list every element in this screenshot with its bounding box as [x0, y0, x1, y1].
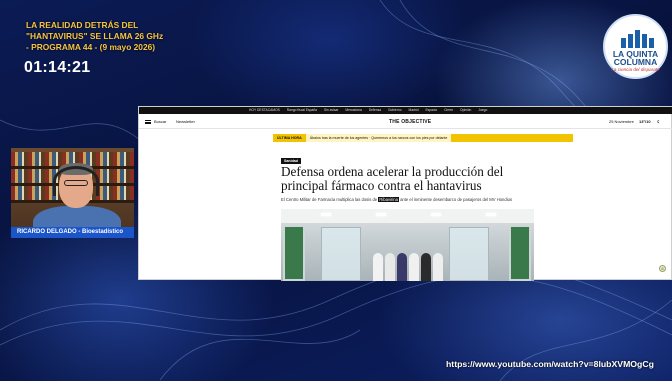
topbar-item[interactable]: Sin avisar — [324, 108, 338, 112]
logo-line-2: COLUMNA — [613, 57, 658, 67]
article-headline: Defensa ordena acelerar la producción de… — [281, 164, 504, 193]
show-title-line-1: LA REALIDAD DETRÁS DEL — [26, 20, 139, 30]
topbar-item[interactable]: Juego — [478, 108, 487, 112]
shared-browser-window: HOY DESTACAMOS Rango fiscal España Sin a… — [138, 106, 672, 281]
photo-door — [509, 225, 531, 281]
photo-door — [283, 225, 305, 281]
show-title: LA REALIDAD DETRÁS DEL "HANTAVIRUS" SE L… — [26, 20, 196, 53]
ceiling-light — [431, 213, 441, 216]
topbar-item[interactable]: Defensa — [369, 108, 381, 112]
topbar-item[interactable]: Cierre — [444, 108, 453, 112]
photo-person — [397, 253, 407, 281]
side-badge[interactable]: 8 — [659, 265, 666, 272]
ceiling-light — [486, 213, 496, 216]
photo-person — [409, 253, 419, 281]
logo-tagline: La ciencia del disparate — [611, 67, 660, 72]
breaking-news-label: ÚLTIMA HORA — [273, 134, 306, 142]
topbar-item[interactable]: Gobierno — [388, 108, 402, 112]
photo-person — [433, 253, 443, 281]
columns-icon — [619, 28, 655, 48]
topbar-item[interactable]: Opinión — [460, 108, 471, 112]
search-button[interactable]: Buscar — [154, 115, 166, 129]
la-quinta-columna-logo: LA QUINTA COLUMNA La ciencia del dispara… — [603, 14, 668, 79]
topbar-item[interactable]: Madrid — [408, 108, 418, 112]
dark-mode-toggle[interactable]: ☾ — [657, 115, 661, 129]
photo-person — [421, 253, 431, 281]
topbar-item[interactable]: Espacio — [425, 108, 437, 112]
elapsed-timer: 01:14:21 — [24, 59, 91, 76]
lead-text: El Centro Militar de Farmacia multiplica… — [281, 197, 378, 202]
show-title-line-3: - PROGRAMA 44 - (9 mayo 2026) — [26, 42, 156, 52]
site-navbar: Buscar Newsletter THE OBJECTIVE 25 Novie… — [139, 115, 672, 129]
topbar-item[interactable]: Rango fiscal España — [287, 108, 317, 112]
site-logo[interactable]: THE OBJECTIVE — [389, 115, 431, 129]
topbar-item[interactable]: Mercadona — [345, 108, 362, 112]
article-lead: El Centro Militar de Farmacia multiplica… — [281, 197, 581, 203]
article-photo — [281, 209, 534, 281]
show-title-line-2: "HANTAVIRUS" SE LLAMA 26 GHz — [26, 31, 164, 41]
video-url: https://www.youtube.com/watch?v=8lubXVMO… — [446, 359, 654, 369]
headset-icon — [53, 166, 99, 196]
photo-person — [373, 253, 383, 281]
topbar-item[interactable]: HOY DESTACAMOS — [249, 108, 280, 112]
presenter-webcam — [11, 148, 134, 238]
photo-person — [385, 253, 395, 281]
photo-glass-wall — [321, 227, 361, 281]
breaking-news-bar[interactable]: ÚLTIMA HORA Ábalos tras la muerte de los … — [273, 134, 573, 142]
nav-date: 25 Noviembre — [609, 119, 634, 124]
photo-glass-wall — [449, 227, 489, 281]
ceiling-light — [321, 213, 331, 216]
photo-ceiling — [281, 209, 534, 223]
ceiling-light — [376, 213, 386, 216]
lead-text: ante el inminente desembarco de pasajero… — [400, 197, 513, 202]
hamburger-menu-icon[interactable] — [145, 120, 151, 124]
newsletter-button[interactable]: Newsletter — [176, 115, 195, 129]
breaking-news-text[interactable]: Ábalos tras la muerte de los agentes · Q… — [305, 134, 452, 142]
lead-highlight: Ribavirina — [378, 197, 399, 202]
weather-widget: 13°/10 — [639, 119, 651, 124]
trending-topbar: HOY DESTACAMOS Rango fiscal España Sin a… — [139, 107, 672, 114]
presenter-name-plate: RICARDO DELGADO - Bioestadístico — [11, 227, 134, 238]
